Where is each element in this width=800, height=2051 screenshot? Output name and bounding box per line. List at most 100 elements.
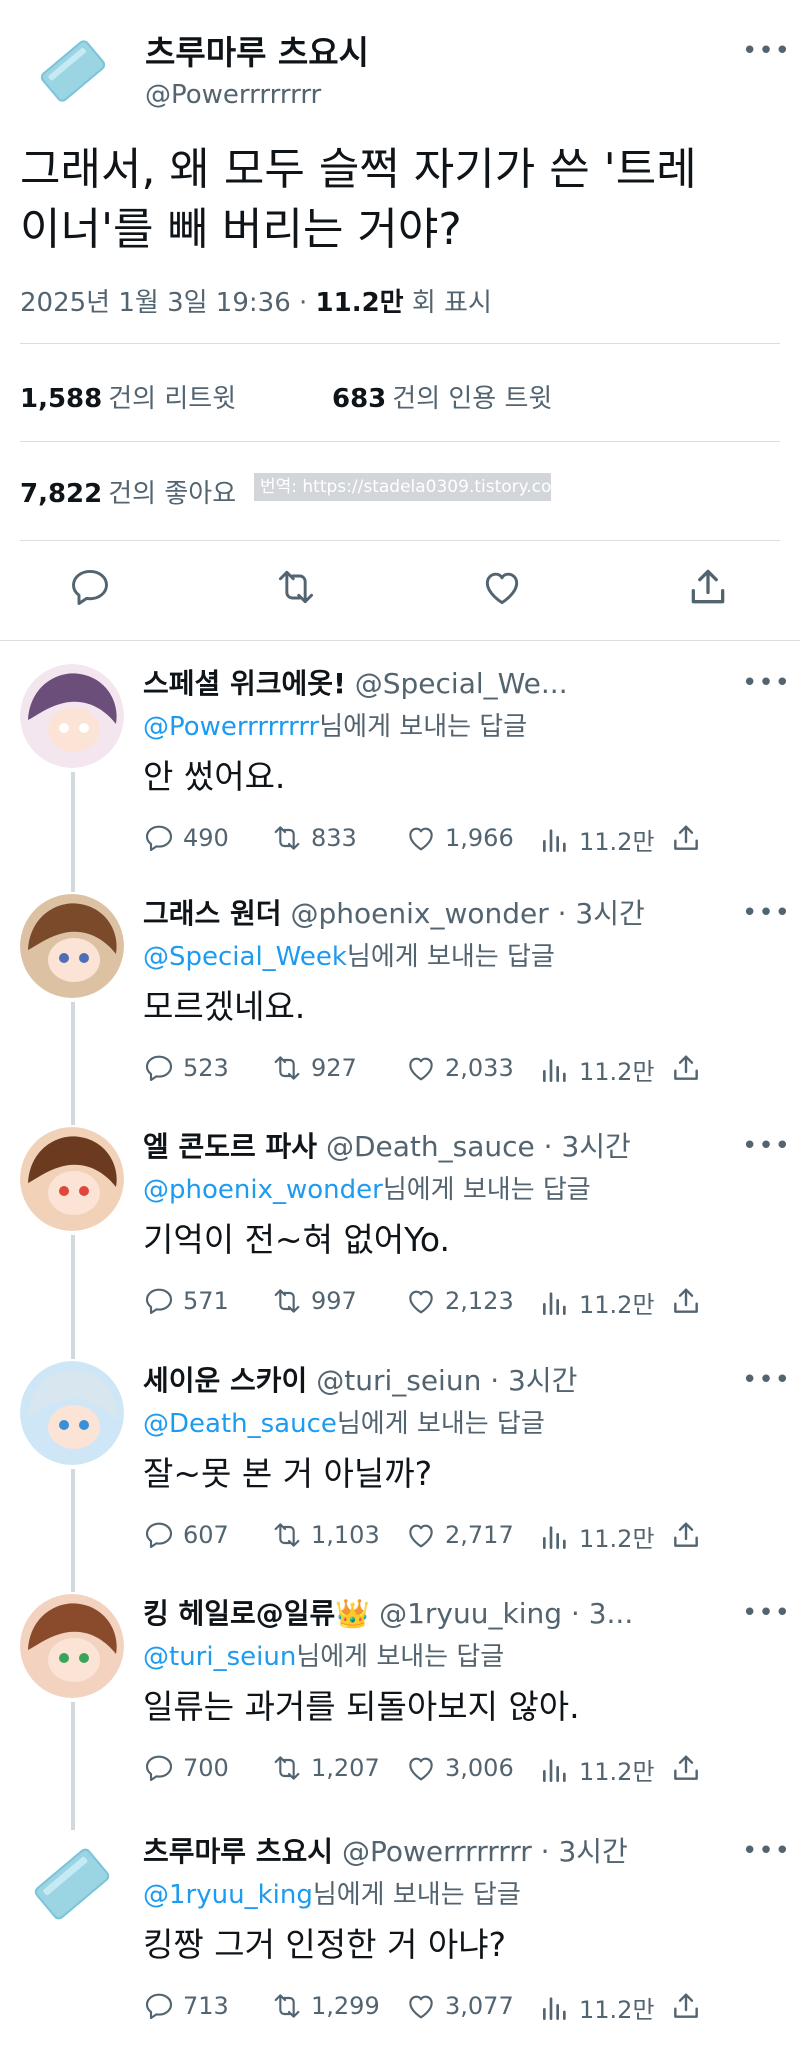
reply-mention-link[interactable]: @Powerrrrrrrr	[143, 712, 319, 742]
reply-views-action[interactable]: 11.2만	[539, 1990, 655, 2025]
more-icon[interactable]: •••	[742, 898, 791, 928]
reply-icon	[143, 1519, 175, 1551]
reply-mention-link[interactable]: @Special_Week	[143, 942, 347, 972]
reply-likes-action[interactable]: 3,006	[405, 1752, 514, 1784]
reply-tweet[interactable]: 스페셜 위크에옷! @Special_We... ••• @Powerrrrrrrr…	[0, 650, 800, 892]
reply-likes-action[interactable]: 3,077	[405, 1990, 514, 2022]
reply-icon[interactable]	[68, 565, 112, 613]
reply-tweet[interactable]: 킹 헤일로@일류👑 @1ryuu_king · 3... ••• @turi_sei…	[0, 1580, 800, 1830]
reply-retweets-action[interactable]: 1,103	[271, 1519, 380, 1551]
reply-replies-action[interactable]: 490	[143, 822, 229, 854]
reply-likes-action[interactable]: 2,033	[405, 1052, 514, 1084]
reply-text: 킹짱 그거 인정한 거 아냐?	[143, 1925, 507, 1964]
reply-author-handle[interactable]: @phoenix_wonder · 3시간	[290, 897, 644, 930]
reply-avatar[interactable]	[20, 1832, 124, 1936]
reply-tweet[interactable]: 그래스 원더 @phoenix_wonder · 3시간 ••• @Special_…	[0, 880, 800, 1125]
reply-header: 엘 콘도르 파사 @Death_sauce · 3시간	[143, 1125, 631, 1165]
reply-avatar[interactable]	[20, 1361, 124, 1465]
retweet-icon[interactable]	[274, 565, 318, 613]
quote-stat[interactable]: 683 건의 인용 트윗	[332, 378, 552, 415]
reply-likes-action[interactable]: 1,966	[405, 822, 514, 854]
main-tweet-line1: 그래서, 왜 모두 슬쩍 자기가 쓴 '트레	[20, 144, 697, 195]
like-icon[interactable]	[480, 565, 524, 613]
reply-mention-link[interactable]: @Death_sauce	[143, 1409, 337, 1439]
reply-replies-action[interactable]: 700	[143, 1752, 229, 1784]
reply-views-action[interactable]: 11.2만	[539, 822, 655, 857]
reply-author-name[interactable]: 스페셜 위크에옷!	[143, 667, 346, 700]
share-icon[interactable]	[670, 1752, 702, 1784]
reply-replies-action[interactable]: 523	[143, 1052, 229, 1084]
reply-author-name[interactable]: 세이운 스카이	[143, 1364, 307, 1397]
views-icon	[539, 1287, 571, 1319]
reply-avatar[interactable]	[20, 1127, 124, 1231]
reply-author-handle[interactable]: @Special_We...	[355, 667, 568, 700]
reply-author-handle[interactable]: @Powerrrrrrrr · 3시간	[342, 1835, 628, 1868]
more-icon[interactable]: •••	[742, 1365, 791, 1395]
reply-mention-link[interactable]: @1ryuu_king	[143, 1880, 313, 1910]
reply-icon	[143, 822, 175, 854]
reply-views-action[interactable]: 11.2만	[539, 1285, 655, 1320]
retweet-stat[interactable]: 1,588 건의 리트윗	[20, 378, 236, 415]
reply-retweets-action[interactable]: 1,299	[271, 1990, 380, 2022]
more-icon[interactable]: •••	[742, 36, 791, 66]
reply-tweet[interactable]: 세이운 스카이 @turi_seiun · 3시간 ••• @Death_sauce…	[0, 1347, 800, 1592]
reply-retweets-action[interactable]: 1,207	[271, 1752, 380, 1784]
reply-author-name[interactable]: 엘 콘도르 파사	[143, 1130, 317, 1163]
reply-author-handle[interactable]: @Death_sauce · 3시간	[326, 1130, 631, 1163]
views-icon	[539, 1521, 571, 1553]
main-author-handle[interactable]: @Powerrrrrrrr	[145, 80, 321, 110]
reply-views-action[interactable]: 11.2만	[539, 1752, 655, 1787]
reply-retweets-action[interactable]: 833	[271, 822, 357, 854]
like-icon	[405, 1519, 437, 1551]
reply-tweet[interactable]: 엘 콘도르 파사 @Death_sauce · 3시간 ••• @phoenix_w…	[0, 1113, 800, 1359]
reply-views-action[interactable]: 11.2만	[539, 1519, 655, 1554]
share-icon[interactable]	[670, 1519, 702, 1551]
more-icon[interactable]: •••	[742, 668, 791, 698]
share-icon[interactable]	[670, 1990, 702, 2022]
reply-likes-action[interactable]: 2,717	[405, 1519, 514, 1551]
reply-mention-link[interactable]: @phoenix_wonder	[143, 1175, 383, 1205]
reply-author-name[interactable]: 킹 헤일로@일류👑	[143, 1597, 370, 1630]
reply-likes-action[interactable]: 2,123	[405, 1285, 514, 1317]
more-icon[interactable]: •••	[742, 1131, 791, 1161]
reply-replies-action[interactable]: 713	[143, 1990, 229, 2022]
reply-retweets-count: 1,207	[311, 1754, 380, 1782]
reply-retweets-action[interactable]: 997	[271, 1285, 357, 1317]
reply-avatar[interactable]	[20, 894, 124, 998]
share-icon[interactable]	[686, 565, 730, 613]
reply-author-handle[interactable]: @1ryuu_king · 3...	[379, 1597, 633, 1630]
retweet-icon	[271, 1519, 303, 1551]
reply-views-action[interactable]: 11.2만	[539, 1052, 655, 1087]
reply-action-bar: 607 1,103 2,717 11.2만	[143, 1519, 703, 1553]
main-avatar[interactable]	[30, 28, 116, 114]
reply-tweet[interactable]: 츠루마루 츠요시 @Powerrrrrrrr · 3시간 ••• @1ryuu_ki…	[0, 1818, 800, 2051]
reply-icon	[143, 1990, 175, 2022]
reply-retweets-action[interactable]: 927	[271, 1052, 357, 1084]
more-icon[interactable]: •••	[742, 1598, 791, 1628]
share-icon[interactable]	[670, 822, 702, 854]
reply-replies-action[interactable]: 607	[143, 1519, 229, 1551]
reply-retweets-count: 997	[311, 1287, 357, 1315]
reply-retweets-count: 1,103	[311, 1521, 380, 1549]
more-icon[interactable]: •••	[742, 1836, 791, 1866]
reply-mention-link[interactable]: @turi_seiun	[143, 1642, 296, 1672]
divider	[20, 441, 780, 442]
like-icon	[405, 1752, 437, 1784]
share-icon[interactable]	[670, 1052, 702, 1084]
reply-views-count: 11.2만	[579, 1525, 655, 1553]
reply-header: 킹 헤일로@일류👑 @1ryuu_king · 3...	[143, 1592, 633, 1632]
main-author-name[interactable]: 츠루마루 츠요시	[145, 26, 369, 74]
views-icon	[539, 1754, 571, 1786]
like-stat[interactable]: 7,822 건의 좋아요	[20, 473, 236, 510]
share-icon[interactable]	[670, 1285, 702, 1317]
reply-replies-action[interactable]: 571	[143, 1285, 229, 1317]
reply-action-bar: 523 927 2,033 11.2만	[143, 1052, 703, 1086]
retweet-icon	[271, 1752, 303, 1784]
reply-to-label: @Special_Week님에게 보내는 답글	[143, 936, 555, 973]
reply-author-handle[interactable]: @turi_seiun · 3시간	[316, 1364, 577, 1397]
reply-avatar[interactable]	[20, 664, 124, 768]
reply-to-label: @Death_sauce님에게 보내는 답글	[143, 1403, 545, 1440]
reply-author-name[interactable]: 그래스 원더	[143, 897, 282, 930]
reply-author-name[interactable]: 츠루마루 츠요시	[143, 1835, 333, 1868]
reply-avatar[interactable]	[20, 1594, 124, 1698]
